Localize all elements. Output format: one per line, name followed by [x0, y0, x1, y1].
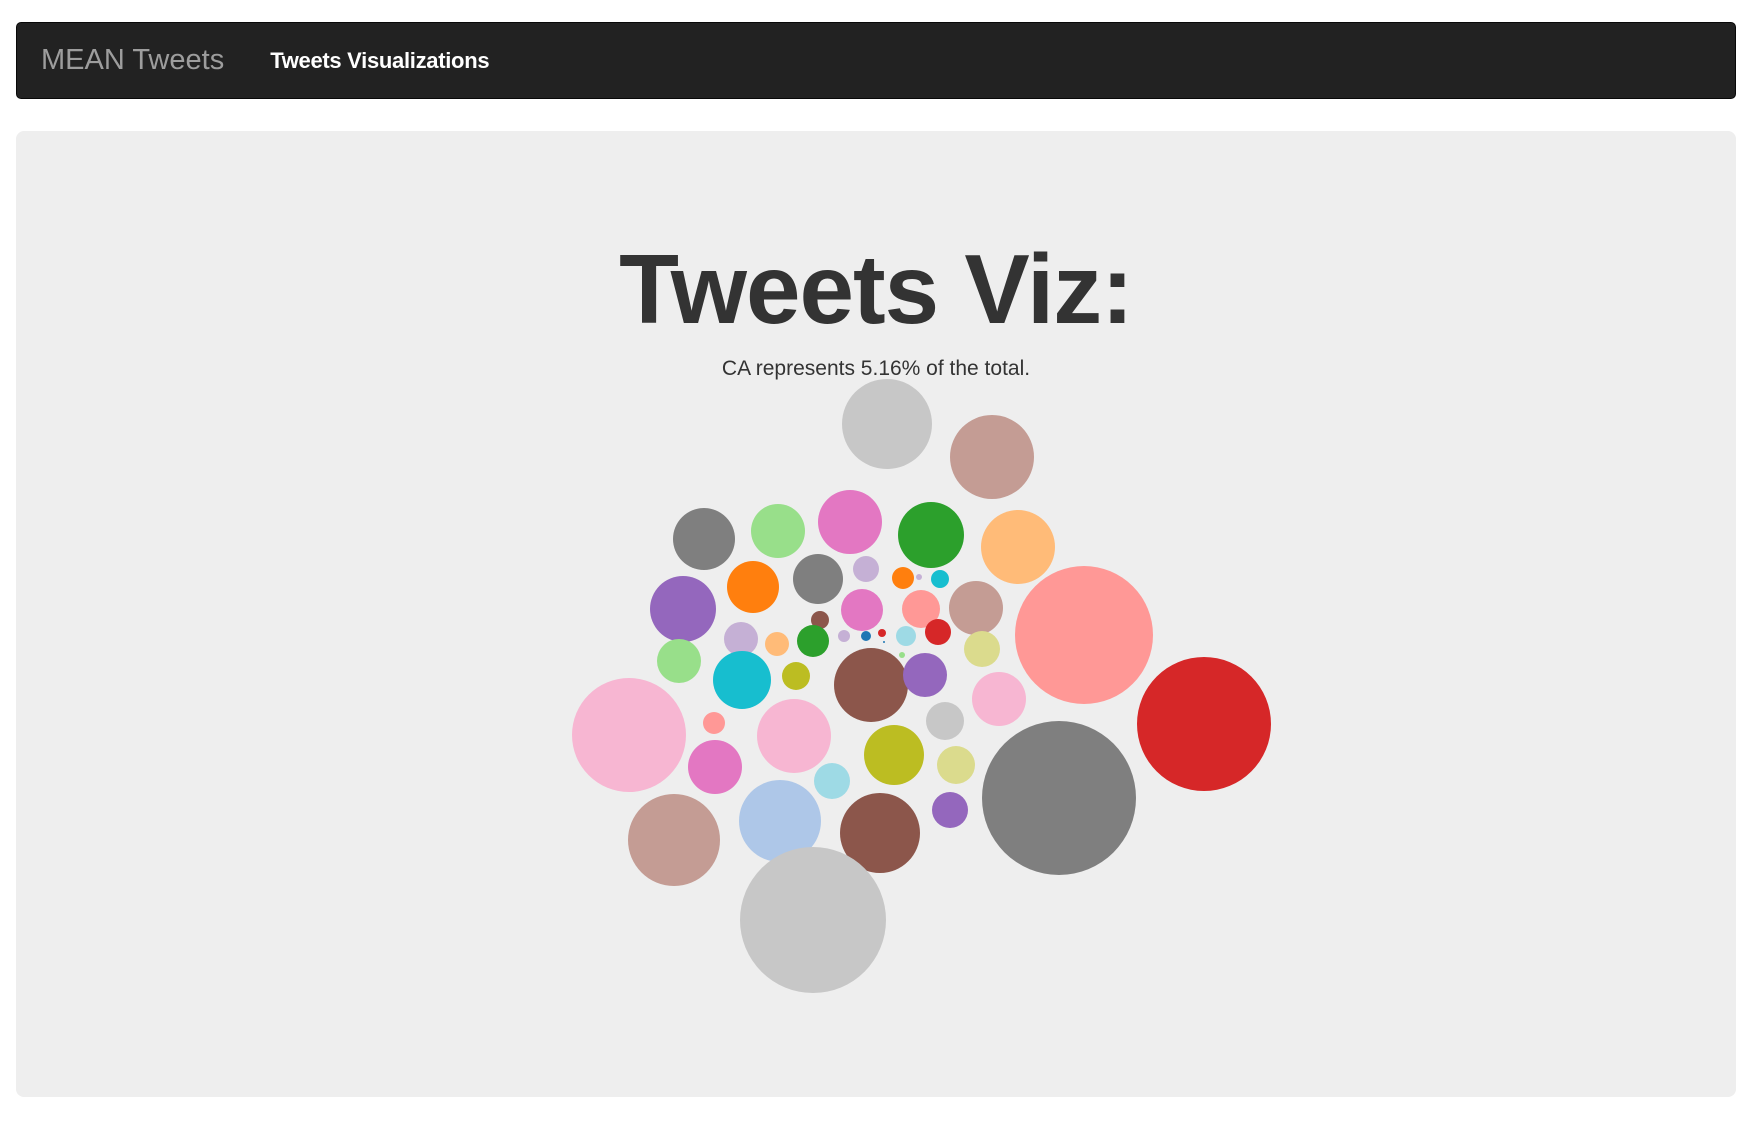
bubble[interactable]	[657, 639, 701, 683]
bubble[interactable]	[925, 619, 951, 645]
bubble[interactable]	[861, 631, 871, 641]
bubble[interactable]	[818, 490, 882, 554]
bubble[interactable]	[896, 626, 916, 646]
bubble[interactable]	[981, 510, 1055, 584]
bubble[interactable]	[838, 630, 850, 642]
bubble[interactable]	[899, 652, 905, 658]
bubble[interactable]	[673, 508, 735, 570]
bubble[interactable]	[878, 629, 886, 637]
bubble[interactable]	[703, 712, 725, 734]
bubble[interactable]	[650, 576, 716, 642]
bubble[interactable]	[932, 792, 968, 828]
bubble[interactable]	[972, 672, 1026, 726]
bubble[interactable]	[982, 721, 1136, 875]
bubble[interactable]	[1137, 657, 1271, 791]
bubble[interactable]	[841, 589, 883, 631]
nav-link-tweets-visualizations[interactable]: Tweets Visualizations	[270, 48, 489, 74]
bubble[interactable]	[950, 415, 1034, 499]
bubble[interactable]	[757, 699, 831, 773]
navbar: MEAN Tweets Tweets Visualizations	[16, 22, 1736, 99]
bubble[interactable]	[814, 763, 850, 799]
bubble[interactable]	[751, 504, 805, 558]
bubble[interactable]	[628, 794, 720, 886]
bubble-chart	[572, 379, 1271, 993]
bubble[interactable]	[688, 740, 742, 794]
bubble[interactable]	[793, 554, 843, 604]
bubble[interactable]	[892, 567, 914, 589]
bubble[interactable]	[937, 746, 975, 784]
bubble[interactable]	[740, 847, 886, 993]
bubble[interactable]	[883, 641, 885, 643]
bubble[interactable]	[964, 631, 1000, 667]
bubble[interactable]	[782, 662, 810, 690]
bubble[interactable]	[727, 561, 779, 613]
bubble[interactable]	[724, 622, 758, 656]
navbar-brand[interactable]: MEAN Tweets	[41, 46, 224, 75]
jumbotron: Tweets Viz: CA represents 5.16% of the t…	[16, 131, 1736, 1097]
bubble[interactable]	[931, 570, 949, 588]
bubble[interactable]	[853, 556, 879, 582]
bubble[interactable]	[572, 678, 686, 792]
bubble[interactable]	[949, 581, 1003, 635]
bubble[interactable]	[916, 574, 922, 580]
bubble[interactable]	[1015, 566, 1153, 704]
bubble[interactable]	[797, 625, 829, 657]
bubble[interactable]	[765, 632, 789, 656]
bubble[interactable]	[926, 702, 964, 740]
bubble[interactable]	[842, 379, 932, 469]
bubble[interactable]	[834, 648, 908, 722]
bubble[interactable]	[864, 725, 924, 785]
bubble[interactable]	[898, 502, 964, 568]
bubble[interactable]	[713, 651, 771, 709]
bubble[interactable]	[903, 653, 947, 697]
